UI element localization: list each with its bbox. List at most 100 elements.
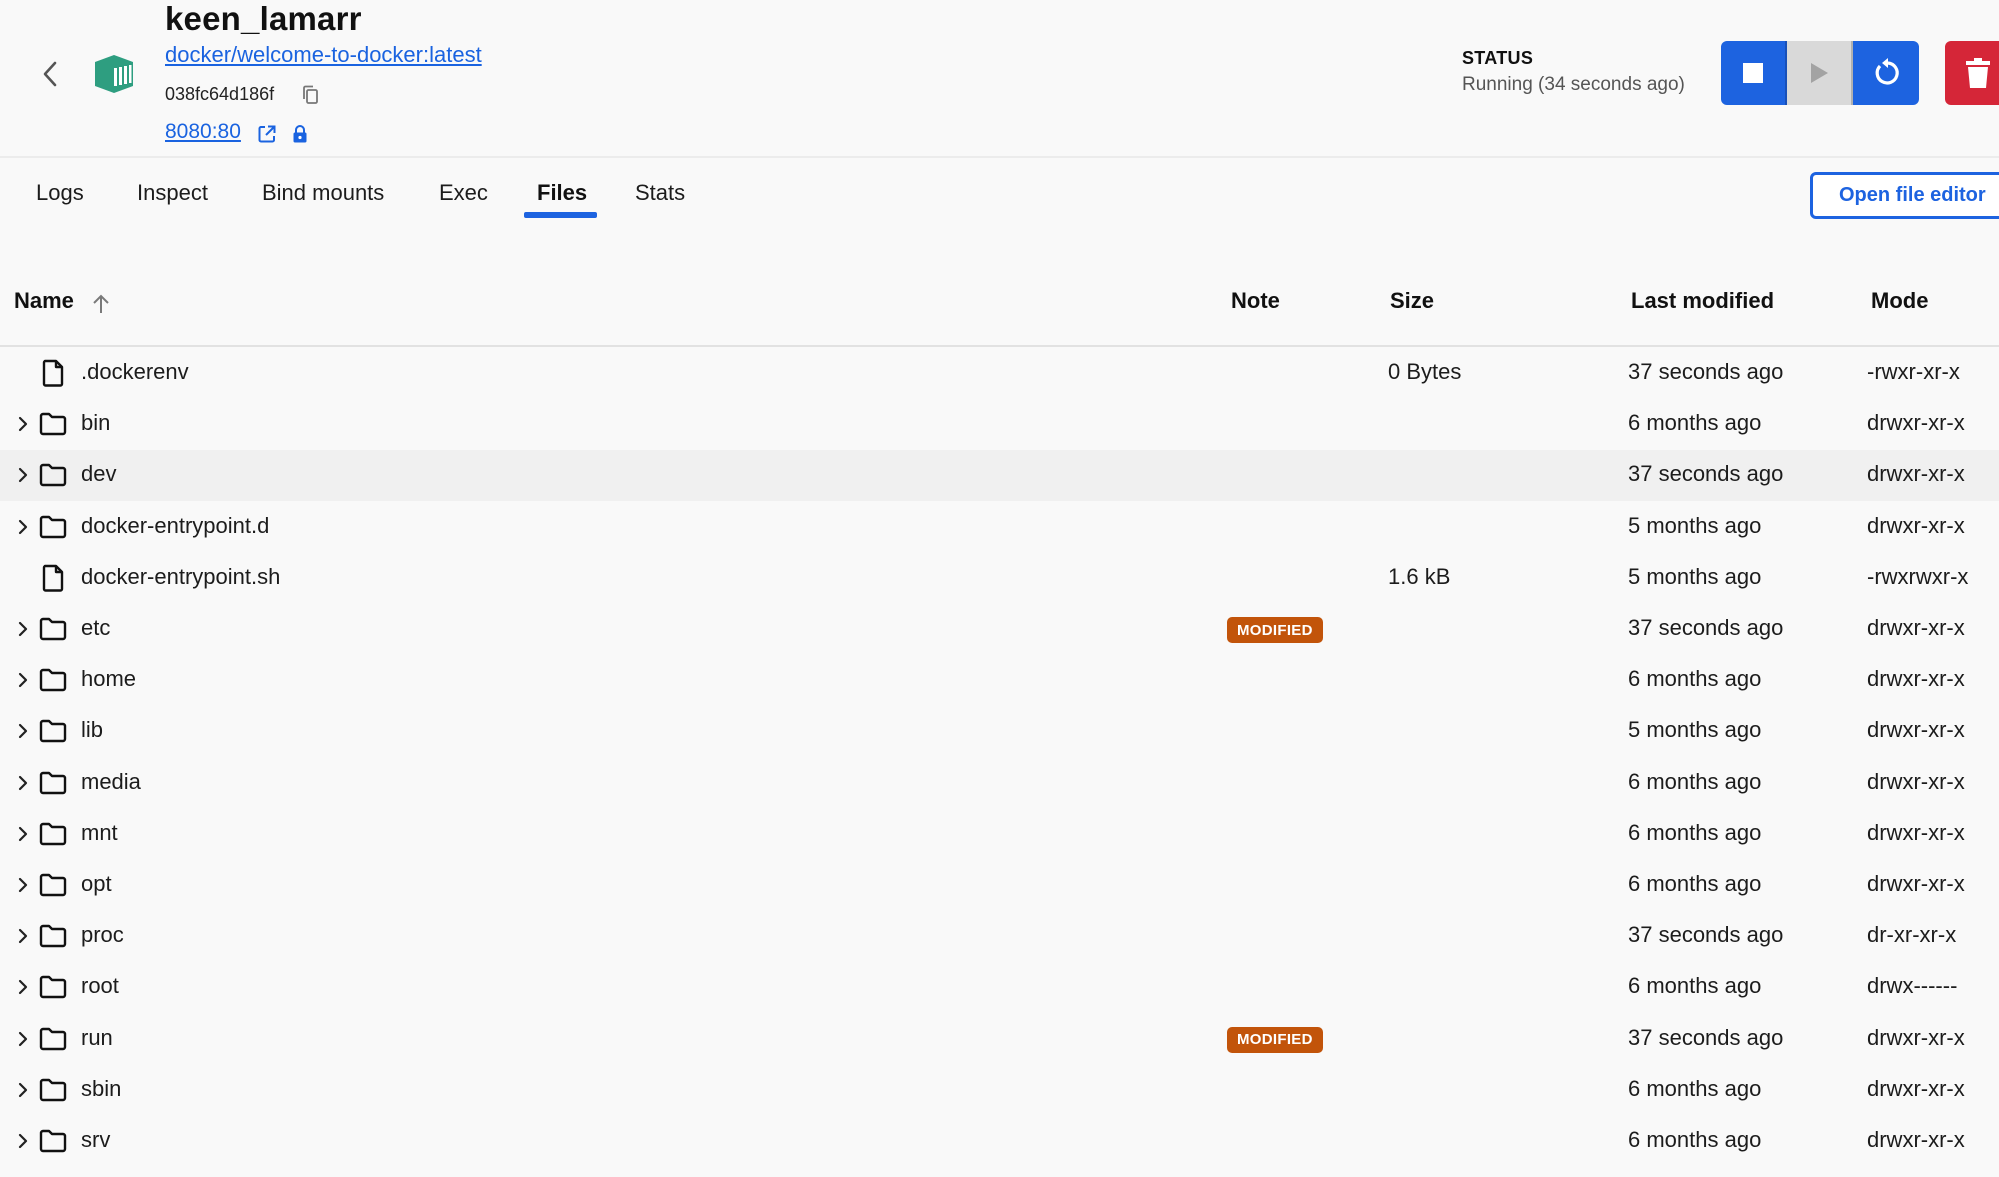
folder-icon: [38, 921, 68, 951]
file-name: root: [81, 973, 119, 999]
tab-files[interactable]: Files: [537, 180, 587, 206]
table-row[interactable]: etc MODIFIED 37 seconds ago drwxr-xr-x: [0, 604, 1999, 655]
restart-icon: [1875, 58, 1899, 85]
image-link[interactable]: docker/welcome-to-docker:latest: [165, 42, 482, 68]
file-name: docker-entrypoint.sh: [81, 563, 281, 589]
stop-icon: [1743, 63, 1763, 83]
delete-button[interactable]: [1945, 41, 1999, 105]
expand-chevron-icon[interactable]: [16, 722, 30, 740]
expand-chevron-icon[interactable]: [16, 825, 30, 843]
table-row[interactable]: mnt 6 months ago drwxr-xr-x: [0, 809, 1999, 860]
folder-icon: [38, 614, 68, 644]
port-link[interactable]: 8080:80: [165, 120, 241, 144]
table-row[interactable]: home 6 months ago drwxr-xr-x: [0, 655, 1999, 706]
table-row[interactable]: root 6 months ago drwx------: [0, 962, 1999, 1013]
expand-chevron-icon[interactable]: [16, 518, 30, 536]
expand-chevron-icon[interactable]: [16, 620, 30, 638]
start-button[interactable]: [1787, 41, 1853, 105]
file-mode: drwxr-xr-x: [1867, 717, 1965, 743]
table-row[interactable]: docker-entrypoint.d 5 months ago drwxr-xr-…: [0, 502, 1999, 553]
copy-icon[interactable]: [302, 85, 320, 105]
container-id: 038fc64d186f: [165, 84, 275, 104]
tab-inspect[interactable]: Inspect: [137, 180, 208, 206]
table-row[interactable]: lib 5 months ago drwxr-xr-x: [0, 706, 1999, 757]
folder-icon: [38, 870, 68, 900]
folder-icon: [38, 1126, 68, 1156]
expand-chevron-icon[interactable]: [16, 1081, 30, 1099]
expand-chevron-icon[interactable]: [16, 927, 30, 945]
chevron-left-icon: [43, 61, 57, 87]
file-mode: drwxr-xr-x: [1867, 768, 1965, 794]
file-mode: drwxr-xr-x: [1867, 666, 1965, 692]
folder-icon: [38, 768, 68, 798]
file-name: run: [81, 1024, 113, 1050]
file-name: bin: [81, 410, 111, 436]
last-modified: 37 seconds ago: [1628, 922, 1784, 948]
last-modified: 5 months ago: [1628, 512, 1762, 538]
file-mode: drwxr-xr-x: [1867, 819, 1965, 845]
file-name: .dockerenv: [81, 359, 189, 384]
folder-icon: [38, 1024, 68, 1054]
file-name: home: [81, 666, 137, 692]
file-name: dev: [81, 461, 117, 487]
table-row[interactable]: bin 6 months ago drwxr-xr-x: [0, 399, 1999, 450]
tab-stats[interactable]: Stats: [635, 180, 685, 206]
stop-button[interactable]: [1721, 41, 1787, 105]
expand-chevron-icon[interactable]: [16, 466, 30, 484]
restart-button[interactable]: [1853, 41, 1919, 105]
file-mode: -rwxrwxr-x: [1867, 563, 1969, 589]
container-header: keen_lamarr docker/welcome-to-docker:lat…: [0, 0, 1999, 158]
file-mode: drwxr-xr-x: [1867, 871, 1965, 896]
expand-chevron-icon[interactable]: [16, 671, 30, 689]
last-modified: 37 seconds ago: [1628, 359, 1784, 384]
table-row[interactable]: srv 6 months ago drwxr-xr-x: [0, 1116, 1999, 1167]
expand-chevron-icon[interactable]: [16, 876, 30, 894]
table-row[interactable]: proc 37 seconds ago dr-xr-xr-x: [0, 911, 1999, 962]
last-modified: 6 months ago: [1628, 1075, 1762, 1101]
status-label: STATUS: [1462, 48, 1534, 68]
file-name: sbin: [81, 1075, 122, 1101]
column-header-mode[interactable]: Mode: [1871, 288, 1928, 314]
last-modified: 6 months ago: [1628, 819, 1762, 845]
folder-icon: [38, 716, 68, 746]
column-header-last-modified[interactable]: Last modified: [1631, 288, 1774, 314]
table-row[interactable]: sbin 6 months ago drwxr-xr-x: [0, 1065, 1999, 1116]
file-mode: drwxr-xr-x: [1867, 1024, 1965, 1050]
file-mode: drwxr-xr-x: [1867, 615, 1965, 640]
column-header-name[interactable]: Name: [14, 288, 74, 314]
column-header-note[interactable]: Note: [1231, 288, 1280, 314]
expand-chevron-icon[interactable]: [16, 415, 30, 433]
table-row[interactable]: .dockerenv 0 Bytes 37 seconds ago -rwxr-xr-…: [0, 348, 1999, 399]
table-row[interactable]: run MODIFIED 37 seconds ago drwxr-xr-x: [0, 1014, 1999, 1065]
column-header-size[interactable]: Size: [1390, 288, 1434, 314]
table-row[interactable]: opt 6 months ago drwxr-xr-x: [0, 860, 1999, 911]
last-modified: 6 months ago: [1628, 666, 1762, 692]
expand-chevron-icon[interactable]: [16, 978, 30, 996]
external-link-icon[interactable]: [257, 124, 277, 144]
expand-chevron-icon[interactable]: [16, 1132, 30, 1150]
container-icon: [95, 55, 133, 93]
file-name: opt: [81, 871, 112, 896]
tab-bind-mounts[interactable]: Bind mounts: [262, 180, 384, 206]
table-row[interactable]: media 6 months ago drwxr-xr-x: [0, 758, 1999, 809]
expand-chevron-icon[interactable]: [16, 1030, 30, 1048]
folder-icon: [38, 460, 68, 490]
file-name: lib: [81, 717, 104, 743]
table-row[interactable]: dev 37 seconds ago drwxr-xr-x: [0, 450, 1999, 502]
sort-ascending-icon[interactable]: [92, 293, 110, 315]
folder-icon: [38, 409, 68, 439]
file-name: etc: [81, 615, 111, 640]
table-row[interactable]: docker-entrypoint.sh 1.6 kB 5 months ago -r…: [0, 553, 1999, 604]
folder-icon: [38, 972, 68, 1002]
file-mode: drwxr-xr-x: [1867, 410, 1965, 436]
expand-chevron-icon[interactable]: [16, 774, 30, 792]
back-button[interactable]: [38, 56, 62, 92]
last-modified: 6 months ago: [1628, 973, 1762, 999]
status-value: Running (34 seconds ago): [1462, 74, 1685, 95]
file-icon: [38, 563, 68, 593]
tab-exec[interactable]: Exec: [439, 180, 488, 206]
open-file-editor-button[interactable]: Open file editor: [1810, 172, 1999, 219]
trash-icon: [1966, 58, 1990, 88]
tab-logs[interactable]: Logs: [36, 180, 84, 206]
file-size: 1.6 kB: [1388, 563, 1451, 589]
